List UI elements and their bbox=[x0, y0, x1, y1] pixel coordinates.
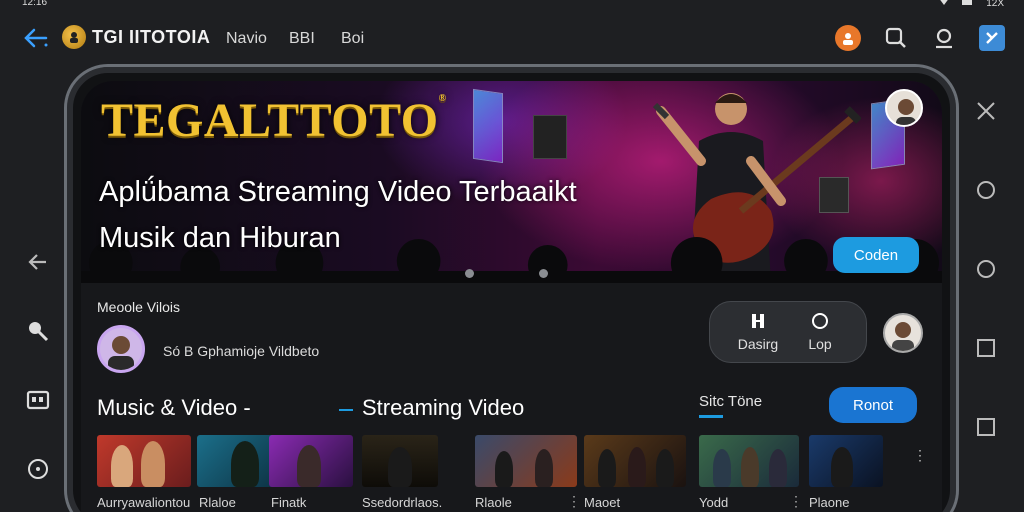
row-action-button[interactable]: Ronot bbox=[829, 387, 917, 423]
hero-banner[interactable]: TEGALTTOTO® Aplǘbama Streaming Video Ter… bbox=[81, 81, 942, 283]
status-bar: 12:16 12X bbox=[0, 0, 1024, 12]
heading-underline bbox=[699, 415, 723, 418]
circle-icon[interactable] bbox=[975, 258, 997, 285]
row-heading-streaming: Streaming Video bbox=[362, 395, 525, 420]
search-icon[interactable] bbox=[882, 24, 910, 52]
left-rail bbox=[20, 250, 56, 486]
battery-icon bbox=[962, 0, 974, 10]
divider bbox=[339, 409, 353, 411]
app-bar: TGI IITOTOIA Navio BBI Boi bbox=[0, 14, 1024, 60]
user-avatar-icon[interactable] bbox=[834, 24, 862, 52]
more-icon[interactable]: ⋮ bbox=[913, 447, 927, 464]
nav-item-navio[interactable]: Navio bbox=[226, 30, 267, 48]
carousel-dot[interactable] bbox=[539, 269, 548, 278]
search-icon[interactable] bbox=[26, 319, 50, 348]
arrow-left-icon[interactable] bbox=[26, 250, 50, 279]
more-icon[interactable]: ⋮ bbox=[567, 493, 581, 510]
video-thumbnail[interactable] bbox=[584, 435, 686, 487]
toggle-lop[interactable]: Lop bbox=[790, 312, 850, 352]
back-arrow-icon[interactable] bbox=[20, 24, 50, 52]
circle-icon bbox=[790, 312, 850, 330]
row-heading-music: Music & Video - bbox=[97, 395, 251, 420]
avatar[interactable] bbox=[883, 313, 923, 353]
pause-icon bbox=[728, 312, 788, 330]
cast-icon[interactable] bbox=[978, 24, 1006, 52]
app-screen: TEGALTTOTO® Aplǘbama Streaming Video Ter… bbox=[81, 81, 942, 512]
square-icon[interactable] bbox=[975, 337, 997, 364]
thumbnail-label: Rlaole bbox=[475, 495, 512, 510]
brand-logo-icon bbox=[62, 25, 86, 49]
thumbnail-label: Yodd bbox=[699, 495, 729, 510]
status-time: 12:16 bbox=[22, 0, 48, 8]
circle-icon[interactable] bbox=[975, 179, 997, 206]
more-icon[interactable]: ⋮ bbox=[789, 493, 803, 510]
nav-item-bbi[interactable]: BBI bbox=[289, 30, 315, 48]
carousel-dot[interactable] bbox=[465, 269, 474, 278]
wall-screen-image bbox=[473, 88, 503, 164]
square-icon[interactable] bbox=[975, 416, 997, 443]
close-icon[interactable] bbox=[975, 100, 997, 127]
brand[interactable]: TGI IITOTOIA bbox=[62, 25, 210, 49]
video-thumbnail[interactable] bbox=[97, 435, 191, 487]
thumbnail-label: Maoet bbox=[584, 495, 621, 510]
video-thumbnail[interactable] bbox=[475, 435, 577, 487]
speaker-image bbox=[533, 115, 567, 159]
row-heading-side: Sitc Töne bbox=[699, 393, 763, 410]
thumbnail-label: Finatk bbox=[271, 495, 307, 510]
device-frame: TEGALTTOTO® Aplǘbama Streaming Video Ter… bbox=[64, 64, 959, 512]
avatar[interactable] bbox=[97, 325, 145, 373]
hero-title: TEGALTTOTO® bbox=[101, 93, 447, 147]
thumbnail-label: Rlaloe bbox=[199, 495, 236, 510]
toggle-group: Dasirg Lop bbox=[709, 301, 867, 363]
profile-text: Só B Gphamioje Vildbeto bbox=[163, 343, 320, 359]
hero-avatar[interactable] bbox=[885, 89, 923, 127]
video-thumbnail[interactable] bbox=[809, 435, 883, 487]
toggle-dasirg[interactable]: Dasirg bbox=[728, 312, 788, 352]
right-rail bbox=[970, 100, 1002, 443]
wifi-icon bbox=[938, 0, 950, 10]
thumbnail-label: Aurryawaliontou bbox=[97, 495, 191, 510]
thumbnail-label: Ssedordrlaos. bbox=[362, 495, 443, 510]
video-thumbnail[interactable] bbox=[269, 435, 353, 487]
nav-item-boi[interactable]: Boi bbox=[341, 30, 364, 48]
hero-cta-button[interactable]: Coden bbox=[833, 237, 919, 273]
library-icon[interactable] bbox=[26, 388, 50, 417]
compass-icon[interactable] bbox=[26, 457, 50, 486]
thumbnail-label: Plaone bbox=[809, 495, 850, 510]
status-right-text: 12X bbox=[986, 0, 1004, 9]
video-thumbnail[interactable] bbox=[362, 435, 438, 487]
video-thumbnail[interactable] bbox=[699, 435, 799, 487]
brand-name: TGI IITOTOIA bbox=[92, 26, 211, 47]
home-icon[interactable] bbox=[930, 24, 958, 52]
section-label: Meoole Vilois bbox=[97, 299, 181, 315]
hero-subtitle: Aplǘbama Streaming Video Terbaaikt Musik… bbox=[99, 176, 577, 254]
